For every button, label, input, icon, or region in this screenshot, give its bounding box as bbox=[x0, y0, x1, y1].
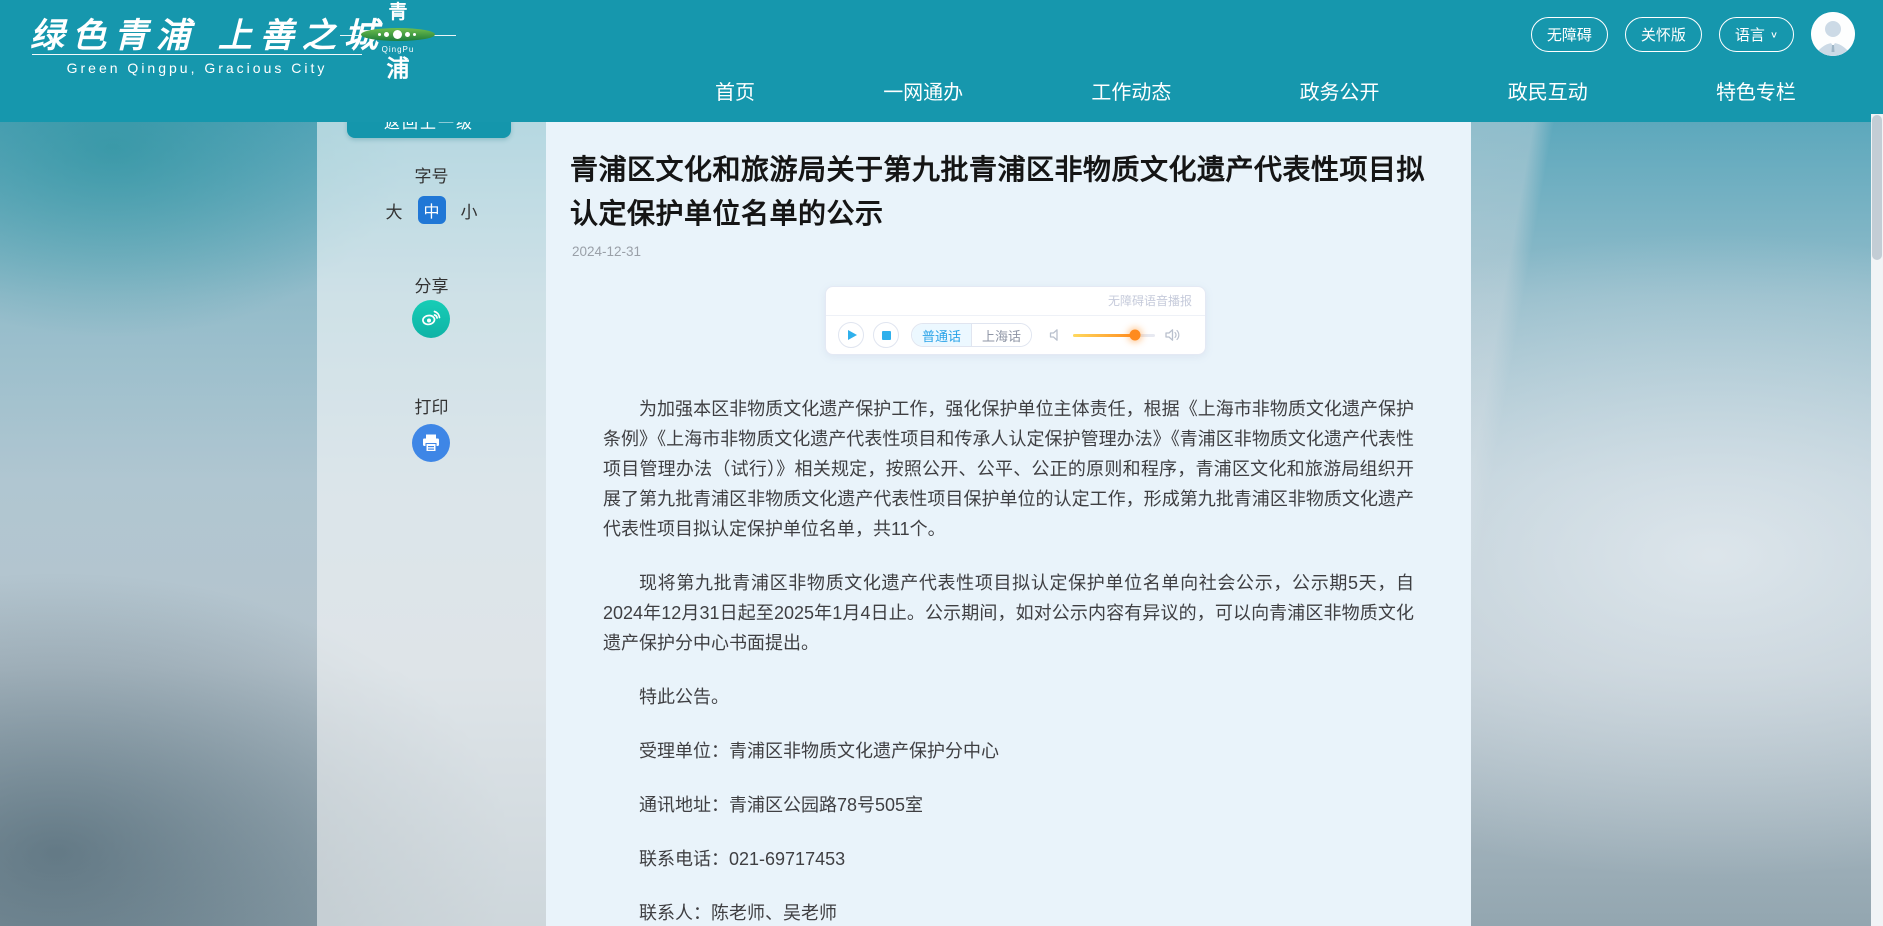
font-size-large-button[interactable]: 大 bbox=[386, 198, 403, 223]
stop-button[interactable] bbox=[873, 322, 899, 348]
nav-item-public-interaction[interactable]: 政民互动 bbox=[1508, 76, 1588, 105]
user-avatar-button[interactable] bbox=[1811, 12, 1855, 56]
article-panel: 青浦区文化和旅游局关于第九批青浦区非物质文化遗产代表性项目拟认定保护单位名单的公… bbox=[546, 122, 1471, 926]
care-version-button[interactable]: 关怀版 bbox=[1625, 17, 1702, 52]
nav-item-work-updates[interactable]: 工作动态 bbox=[1091, 76, 1171, 105]
site-slogan-english: Green Qingpu, Gracious City bbox=[32, 54, 362, 76]
share-label: 分享 bbox=[317, 272, 546, 297]
volume-high-icon bbox=[1164, 327, 1182, 343]
header-quick-buttons: 无障碍 关怀版 语言 ∨ bbox=[1531, 12, 1855, 56]
shanghainese-option[interactable]: 上海话 bbox=[971, 324, 1031, 346]
article-tools-sidebar: 字号 大 中 小 分享 打印 bbox=[317, 122, 546, 926]
print-label: 打印 bbox=[317, 393, 546, 418]
article-paragraph: 联系人：陈老师、吴老师 bbox=[603, 898, 1414, 926]
play-button[interactable] bbox=[838, 322, 864, 348]
font-size-medium-button[interactable]: 中 bbox=[418, 196, 446, 224]
site-slogan-calligraphy: 绿色青浦 上善之城 bbox=[30, 8, 386, 57]
person-icon bbox=[1811, 12, 1855, 56]
nav-item-home[interactable]: 首页 bbox=[715, 76, 755, 105]
nav-item-government-info[interactable]: 政务公开 bbox=[1300, 76, 1380, 105]
volume-low-icon bbox=[1048, 327, 1064, 343]
print-button[interactable] bbox=[412, 424, 450, 462]
article-paragraph: 联系电话：021-69717453 bbox=[603, 844, 1414, 874]
scrollbar-thumb[interactable] bbox=[1872, 115, 1882, 260]
accessibility-button[interactable]: 无障碍 bbox=[1531, 17, 1608, 52]
font-size-small-button[interactable]: 小 bbox=[461, 198, 478, 223]
share-weibo-button[interactable] bbox=[412, 300, 450, 338]
stop-icon bbox=[882, 331, 891, 340]
voice-language-toggle: 普通话 上海话 bbox=[911, 323, 1032, 347]
font-size-label: 字号 bbox=[317, 162, 546, 187]
site-header: 绿色青浦 上善之城 Green Qingpu, Gracious City 青 … bbox=[0, 0, 1883, 122]
article-body: 为加强本区非物质文化遗产保护工作，强化保护单位主体责任，根据《上海市非物质文化遗… bbox=[603, 394, 1414, 926]
article-paragraph: 受理单位：青浦区非物质文化遗产保护分中心 bbox=[603, 736, 1414, 766]
volume-slider[interactable] bbox=[1073, 334, 1155, 337]
font-size-options: 大 中 小 bbox=[317, 196, 546, 224]
emblem-bottom-character: 浦 bbox=[352, 55, 444, 81]
printer-icon bbox=[420, 432, 442, 454]
volume-fill bbox=[1073, 334, 1135, 337]
article-paragraph: 特此公告。 bbox=[603, 682, 1414, 712]
main-navigation: 首页 一网通办 工作动态 政务公开 政民互动 特色专栏 bbox=[715, 74, 1796, 106]
play-icon bbox=[848, 330, 857, 340]
audio-player-title: 无障碍语音播报 bbox=[826, 287, 1205, 316]
audio-player-controls: 普通话 上海话 bbox=[826, 316, 1205, 354]
volume-slider-handle[interactable] bbox=[1130, 330, 1141, 341]
article-paragraph: 为加强本区非物质文化遗产保护工作，强化保护单位主体责任，根据《上海市非物质文化遗… bbox=[603, 394, 1414, 544]
qingpu-emblem-logo: 青 QingPu 浦 bbox=[352, 2, 444, 81]
emblem-top-character: 青 bbox=[352, 2, 444, 24]
weibo-icon bbox=[419, 307, 443, 331]
nav-item-special-columns[interactable]: 特色专栏 bbox=[1716, 76, 1796, 105]
article-title: 青浦区文化和旅游局关于第九批青浦区非物质文化遗产代表性项目拟认定保护单位名单的公… bbox=[570, 148, 1452, 236]
volume-control bbox=[1048, 327, 1182, 343]
emblem-island-icon bbox=[352, 26, 444, 44]
article-date: 2024-12-31 bbox=[572, 244, 641, 259]
article-paragraph: 现将第九批青浦区非物质文化遗产代表性项目拟认定保护单位名单向社会公示，公示期5天… bbox=[603, 568, 1414, 658]
accessibility-button-label: 无障碍 bbox=[1547, 24, 1592, 45]
article-paragraph: 通讯地址：青浦区公园路78号505室 bbox=[603, 790, 1414, 820]
page-scrollbar[interactable] bbox=[1871, 114, 1883, 926]
chevron-down-icon: ∨ bbox=[1770, 29, 1778, 39]
emblem-subtitle: QingPu bbox=[352, 45, 444, 55]
mandarin-option[interactable]: 普通话 bbox=[912, 324, 971, 346]
language-button-label: 语言 bbox=[1735, 24, 1765, 45]
care-version-button-label: 关怀版 bbox=[1641, 24, 1686, 45]
language-dropdown-button[interactable]: 语言 ∨ bbox=[1719, 17, 1794, 52]
nav-item-one-stop-services[interactable]: 一网通办 bbox=[883, 76, 963, 105]
accessibility-audio-player: 无障碍语音播报 普通话 上海话 bbox=[825, 286, 1206, 355]
